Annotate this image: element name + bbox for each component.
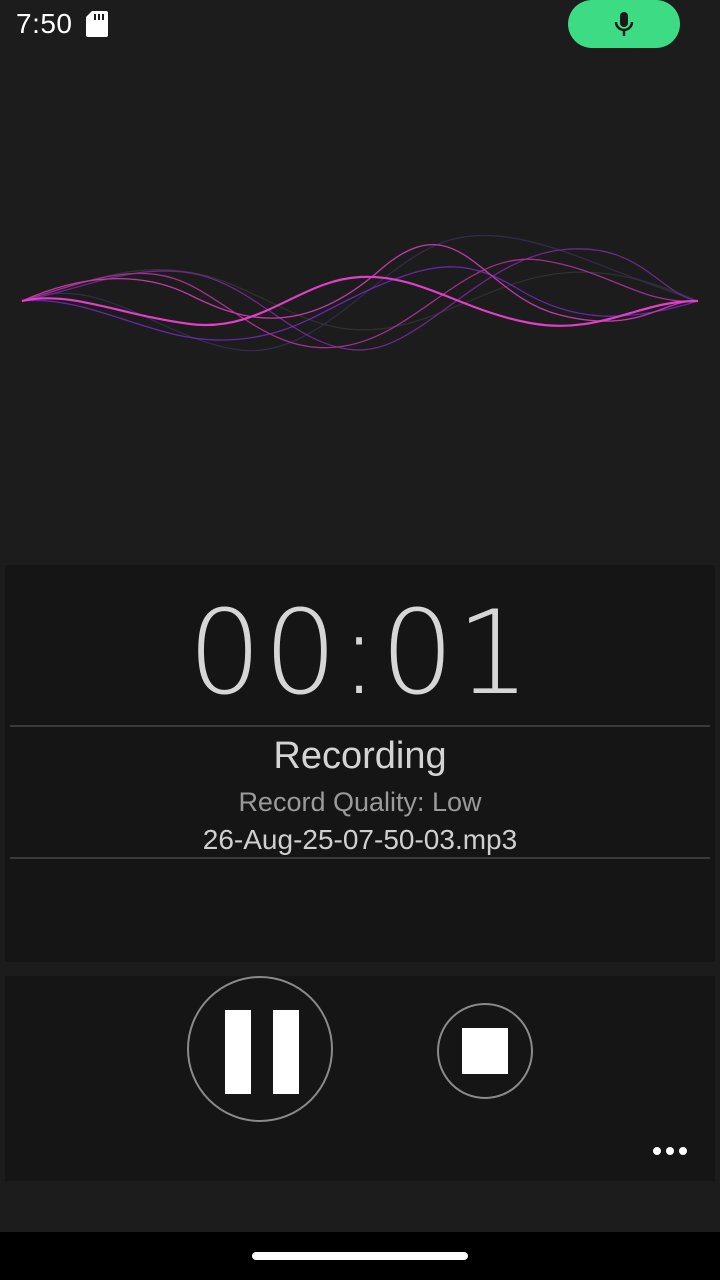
recorder-screen: 7:50 00:01 Recording Record Quality: Low (0, 0, 720, 1280)
more-horizontal-icon (653, 1147, 687, 1155)
recording-filename: 26-Aug-25-07-50-03.mp3 (202, 824, 518, 855)
sd-card-icon (86, 11, 108, 37)
divider-bottom (10, 857, 710, 859)
recording-controls (5, 976, 715, 1181)
record-quality: Record Quality: Low (238, 787, 482, 817)
stop-icon (462, 1028, 508, 1074)
divider-top (10, 725, 710, 727)
status-bar: 7:50 (0, 0, 720, 50)
wave-line (21, 244, 699, 322)
pause-bar-right (273, 1010, 299, 1094)
mic-active-indicator[interactable] (568, 0, 680, 48)
wave-line-primary (21, 275, 699, 327)
mic-icon (614, 12, 634, 36)
more-options-button[interactable] (645, 1136, 695, 1166)
stop-button[interactable] (437, 1003, 533, 1099)
recording-status: Recording (273, 735, 447, 777)
recording-info-panel: 00:01 Recording Record Quality: Low 26-A… (5, 565, 715, 962)
home-gesture-handle[interactable] (252, 1252, 468, 1260)
pause-button[interactable] (187, 976, 333, 1122)
wave-line (21, 234, 699, 352)
pause-bar-left (225, 1010, 251, 1094)
navigation-bar (0, 1232, 720, 1280)
elapsed-timer: 00:01 (187, 586, 533, 721)
audio-waveform (21, 234, 699, 352)
status-time: 7:50 (16, 8, 73, 39)
